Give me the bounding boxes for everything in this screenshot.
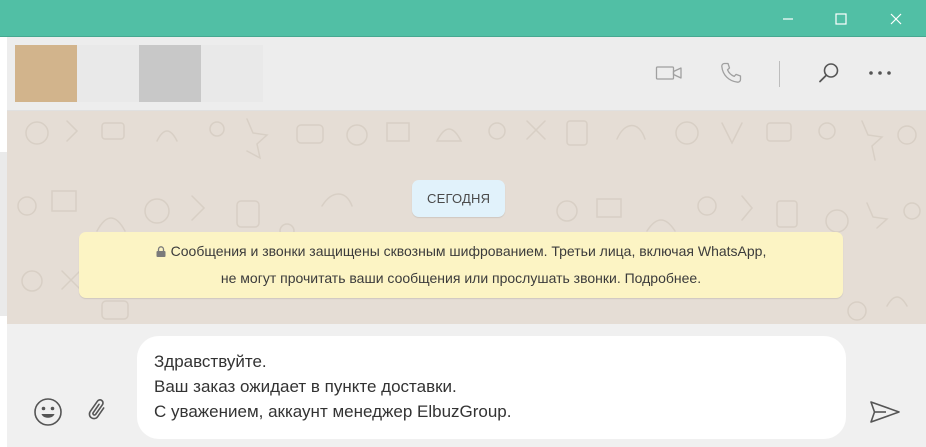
- lock-icon: [156, 246, 166, 257]
- maximize-icon: [835, 12, 847, 25]
- encryption-notice-line2: не могут прочитать ваши сообщения или пр…: [220, 270, 702, 286]
- contact-name-blurred: [139, 45, 201, 102]
- message-line-2: Ваш заказ ожидает в пункте доставки.: [154, 377, 457, 396]
- whatsapp-window: СЕГОДНЯ Сообщения и звонки защищены скво…: [0, 0, 926, 447]
- voice-call-icon: [721, 62, 742, 83]
- minimize-button[interactable]: [765, 0, 811, 37]
- video-call-button[interactable]: [649, 53, 689, 93]
- window-left-edge-mark: [0, 152, 7, 316]
- send-icon: [870, 401, 900, 423]
- voice-call-button[interactable]: [711, 53, 751, 93]
- title-bar[interactable]: [0, 0, 926, 37]
- date-label: СЕГОДНЯ: [412, 180, 506, 217]
- header-divider: [779, 61, 780, 87]
- contact-name-blurred: [77, 45, 139, 102]
- composer-bar: Здравствуйте. Ваш заказ ожидает в пункте…: [7, 324, 926, 447]
- contact-info[interactable]: [15, 45, 263, 102]
- search-icon: [819, 63, 839, 83]
- chat-area[interactable]: СЕГОДНЯ Сообщения и звонки защищены скво…: [7, 111, 926, 324]
- message-line-3: С уважением, аккаунт менеджер ElbuzGroup…: [154, 402, 512, 421]
- search-button[interactable]: [809, 53, 849, 93]
- close-button[interactable]: [873, 0, 919, 37]
- encryption-notice[interactable]: Сообщения и звонки защищены сквозным шиф…: [79, 232, 843, 298]
- message-input[interactable]: Здравствуйте. Ваш заказ ожидает в пункте…: [137, 336, 846, 439]
- send-button[interactable]: [865, 392, 905, 432]
- date-label-text: СЕГОДНЯ: [427, 191, 491, 206]
- minimize-icon: [783, 17, 793, 20]
- more-options-button[interactable]: [860, 53, 900, 93]
- more-options-icon: [869, 71, 891, 75]
- video-call-icon: [655, 66, 682, 80]
- avatar[interactable]: [15, 45, 77, 102]
- chat-header: [7, 37, 926, 111]
- maximize-button[interactable]: [818, 0, 864, 37]
- encryption-notice-line1-wrap: Сообщения и звонки защищены сквозным шиф…: [79, 238, 843, 265]
- close-icon: [890, 13, 902, 24]
- attach-icon: [88, 399, 105, 420]
- emoji-icon: [34, 398, 62, 426]
- contact-status-blurred: [201, 45, 263, 102]
- encryption-notice-line1: Сообщения и звонки защищены сквозным шиф…: [170, 243, 767, 259]
- attach-button[interactable]: [78, 390, 118, 430]
- emoji-button[interactable]: [28, 392, 68, 432]
- message-line-1: Здравствуйте.: [154, 352, 267, 371]
